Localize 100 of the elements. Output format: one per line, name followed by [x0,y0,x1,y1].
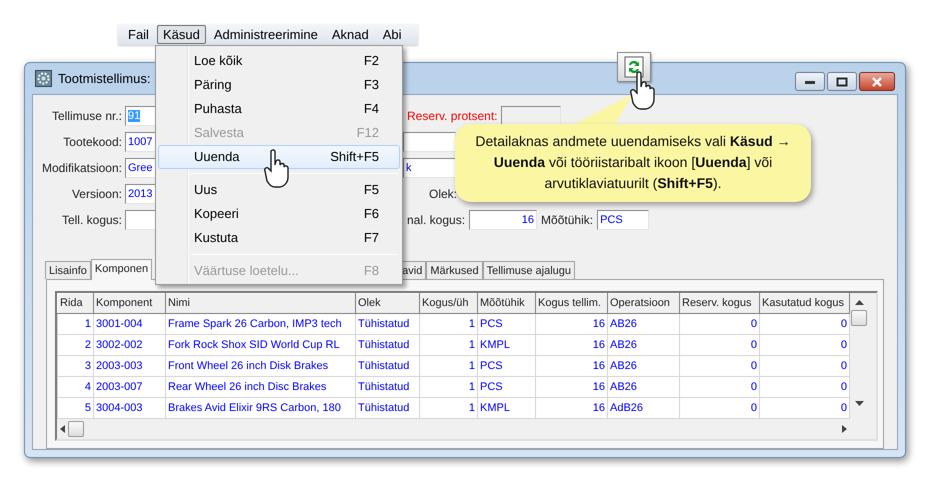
table-cell: Rear Wheel 26 inch Disc Brakes [166,376,356,398]
table-cell: 1 [58,314,94,334]
table-cell: 0 [760,356,850,376]
table-cell: 16 [536,398,608,418]
table-cell: PCS [478,314,536,334]
table-cell: 3 [58,356,94,376]
table-cell: 0 [680,376,760,398]
table-cell: 3002-002 [94,334,166,356]
table-cell: 0 [760,314,850,334]
menu-item[interactable]: Aknad [326,25,375,44]
menu-item[interactable]: Abi [376,25,408,44]
table-cell: Frame Spark 26 Carbon, IMP3 tech [166,314,356,334]
table-cell: 1 [420,398,478,418]
table-cell: 16 [536,356,608,376]
menu-item[interactable]: Uuenda Shift+F5 [158,145,400,169]
tab[interactable]: Märkused [426,261,483,279]
field-label: Mõõtühik: [540,212,594,229]
table-cell: Tühistatud [356,398,420,418]
column-header[interactable]: Nimi [166,294,356,314]
column-header[interactable]: Rida [58,294,94,314]
menu-item[interactable]: Loe kõik F2 [158,49,400,73]
table-cell: 2003-003 [94,356,166,376]
column-header[interactable]: Operatsioon [608,294,680,314]
scroll-thumb[interactable] [851,310,867,326]
table-cell: 4 [58,376,94,398]
table-cell: 3001-004 [94,314,166,334]
table-cell: 0 [680,356,760,376]
table-cell: 0 [680,398,760,418]
minimize-icon [804,78,816,84]
table-cell: AB26 [608,334,680,356]
menu-item[interactable]: Kopeeri F6 [158,202,400,226]
column-header[interactable]: Kasutatud kogus [760,294,850,314]
scroll-left-icon[interactable] [60,425,65,433]
table-cell: AB26 [608,376,680,398]
menu-item[interactable]: Kustuta F7 [158,226,400,250]
column-header[interactable]: Komponent [94,294,166,314]
window-icon [35,70,52,87]
table-cell: 0 [760,398,850,418]
field-label: Tellimuse nr.: [50,108,123,125]
tab[interactable]: Tellimuse ajalugu [482,261,576,279]
column-header[interactable]: Reserv. kogus [680,294,760,314]
column-header[interactable]: Kogus tellim. [536,294,608,314]
table-cell: Front Wheel 26 inch Disk Brakes [166,356,356,376]
maximize-icon [836,76,848,86]
tab[interactable]: Komponen [90,259,152,280]
table-cell: 16 [536,314,608,334]
table-cell: 1 [420,356,478,376]
field-label: nal. kogus: [406,212,466,229]
table-cell: 0 [680,314,760,334]
table-cell: 2 [58,334,94,356]
menu-item[interactable]: Käsud [156,25,206,44]
table-cell: AB26 [608,314,680,334]
input-field[interactable] [501,106,562,126]
table-cell: 5 [58,398,94,418]
table-cell: Tühistatud [356,314,420,334]
table-cell: AdB26 [608,398,680,418]
table-cell: AB26 [608,356,680,376]
table-cell: KMPL [478,398,536,418]
menu-item[interactable]: Fail [122,25,155,44]
input-field[interactable]: k [403,158,456,178]
table-cell: Tühistatud [356,356,420,376]
field-label: Tootekood: [62,134,123,151]
table-cell: 0 [760,376,850,398]
column-header[interactable]: Kogus/üh [420,294,478,314]
table-cell: 1 [420,376,478,398]
column-header[interactable]: Olek [356,294,420,314]
input-field[interactable]: PCS [597,210,650,230]
table-cell: 0 [760,334,850,356]
maximize-button[interactable] [827,72,857,91]
scroll-thumb[interactable] [68,421,84,437]
menu-item[interactable]: Uus F5 [158,178,400,202]
field-label: Tell. kogus: [60,212,123,229]
window-title: Tootmistellimus: [58,70,150,88]
scroll-right-icon[interactable] [842,425,847,433]
scroll-up-icon[interactable] [854,300,864,306]
table-cell: 16 [536,376,608,398]
tab[interactable]: Lisainfo [45,261,91,279]
refresh-button[interactable] [617,52,651,82]
table-cell: Tühistatud [356,376,420,398]
field-label: Reserv. protsent: [406,108,498,125]
close-icon [871,76,883,86]
table-cell: Fork Rock Shox SID World Cup RL [166,334,356,356]
input-field[interactable] [403,132,456,152]
close-button[interactable] [859,72,895,91]
scroll-down-icon[interactable] [854,401,864,407]
table-cell: 1 [420,314,478,334]
input-field[interactable]: 16 [469,210,538,230]
table-cell: Tühistatud [356,334,420,356]
column-header[interactable]: Mõõtühik [478,294,536,314]
table-cell: 1 [420,334,478,356]
table-cell: 16 [536,334,608,356]
field-label: Modifikatsioon: [40,160,123,177]
minimize-button[interactable] [795,72,825,91]
menu-item[interactable]: Puhasta F4 [158,97,400,121]
table-cell: PCS [478,356,536,376]
table-cell: 0 [680,334,760,356]
menu-item[interactable]: Administreerimine [208,25,324,44]
menu-item[interactable]: Päring F3 [158,73,400,97]
table-cell: Brakes Avid Elixir 9RS Carbon, 180 [166,398,356,418]
table-cell: PCS [478,376,536,398]
